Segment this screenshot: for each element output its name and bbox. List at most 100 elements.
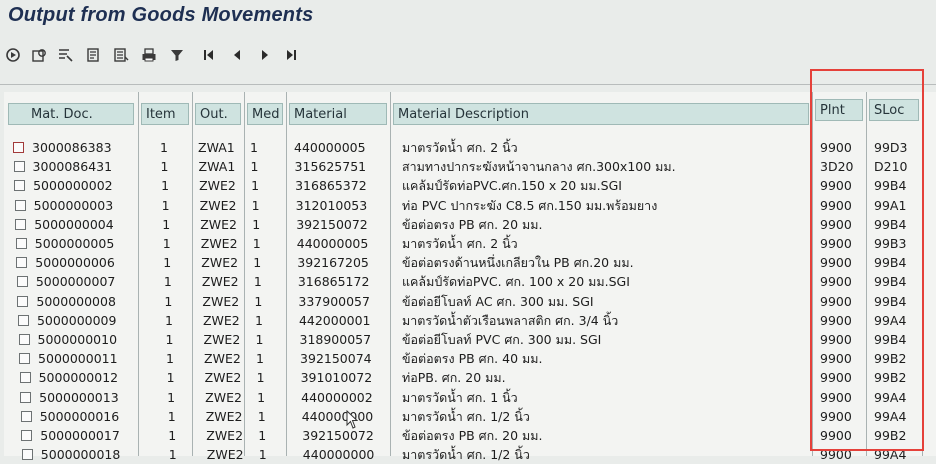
- cell-sloc: 99B4: [874, 216, 907, 232]
- table-row[interactable]: 3000086383 1 ZWA1 1 440000005 มาตรวัดน้ำ ศก. …: [4, 139, 936, 157]
- row-select-checkbox[interactable]: [16, 276, 28, 288]
- row-select-checkbox[interactable]: [15, 238, 27, 249]
- cell-material: 442000001: [298, 312, 371, 328]
- print-icon[interactable]: [140, 46, 158, 64]
- table-row[interactable]: 5000000017 1 ZWE2 1 392150072 ข้อต่อตรง PB ศก…: [4, 427, 936, 445]
- table-row[interactable]: 5000000011 1 ZWE2 1 392150074 ข้อต่อตรง PB ศก…: [4, 350, 936, 368]
- cell-material-description: มาตรวัดน้ำ ศก. 2 นิ้ว: [402, 236, 518, 251]
- cell-out: ZWE2: [205, 389, 242, 405]
- cell-sloc: 99A4: [874, 312, 907, 328]
- cell-sloc: 99B4: [874, 255, 907, 271]
- list-icon[interactable]: [112, 46, 130, 64]
- cell-out: ZWE2: [202, 293, 240, 309]
- row-select-checkbox[interactable]: [13, 142, 24, 153]
- row-select-checkbox[interactable]: [17, 295, 29, 307]
- header-med[interactable]: Med: [247, 103, 283, 125]
- header-material-description[interactable]: Material Description: [393, 103, 809, 125]
- details-icon[interactable]: [84, 46, 102, 64]
- header-material[interactable]: Material: [289, 103, 387, 125]
- cell-plnt: 9900: [820, 389, 852, 405]
- table-row[interactable]: 5000000008 1 ZWE2 1 337900057 ข้อต่อยีโบลท์ A…: [4, 293, 936, 311]
- cell-material-description: มาตรวัดน้ำตัวเรือนพลาสติก ศก. 3/4 นิ้ว: [402, 312, 619, 328]
- cell-med: 1: [250, 140, 258, 155]
- table-row[interactable]: 5000000005 1 ZWE2 1 440000005 มาตรวัดน้ำ ศก. …: [4, 235, 936, 253]
- row-select-checkbox[interactable]: [17, 314, 29, 326]
- cell-sloc: 99A4: [874, 408, 907, 424]
- row-select-checkbox[interactable]: [16, 257, 28, 269]
- first-page-icon[interactable]: [200, 46, 218, 64]
- table-row[interactable]: 5000000003 1 ZWE2 1 312010053 ท่อ PVC ปากระฆั…: [4, 197, 936, 215]
- table-row[interactable]: 5000000010 1 ZWE2 1 318900057 ข้อต่อยีโบลท์ P…: [4, 331, 936, 349]
- table-row[interactable]: 5000000016 1 ZWE2 1 440000000 มาตรวัดน้ำ ศก. …: [4, 408, 936, 426]
- table-row[interactable]: 5000000012 1 ZWE2 1 391010072 ท่อPB. ศก. 20 ม…: [4, 369, 936, 387]
- cell-item: 1: [160, 159, 169, 175]
- cell-plnt: 9900: [820, 274, 852, 290]
- row-select-checkbox[interactable]: [21, 430, 33, 441]
- cell-mat-doc: 3000086431: [32, 159, 113, 175]
- cell-plnt: 9900: [820, 351, 852, 367]
- cell-material: 315625751: [294, 159, 367, 175]
- cell-item: 1: [161, 197, 170, 213]
- last-page-icon[interactable]: [282, 46, 300, 64]
- cell-med: 1: [256, 351, 264, 367]
- row-select-checkbox[interactable]: [19, 372, 31, 384]
- cell-out: ZWE2: [201, 255, 239, 271]
- cell-material: 440000000: [302, 447, 375, 463]
- cell-material-description: ข้อต่อตรง PB ศก. 20 มม.: [402, 428, 543, 443]
- select-icon[interactable]: [56, 46, 74, 64]
- cell-mat-doc: 3000086383: [32, 140, 112, 155]
- row-select-checkbox[interactable]: [18, 334, 30, 345]
- cell-sloc: 99B2: [874, 351, 907, 367]
- table-row[interactable]: 5000000018 1 ZWE2 1 440000000 มาตรวัดน้ำ ศก. …: [4, 446, 936, 464]
- cell-mat-doc: 5000000006: [35, 255, 115, 271]
- cell-plnt: 9900: [820, 216, 852, 232]
- cell-out: ZWE2: [200, 216, 237, 232]
- row-select-checkbox[interactable]: [13, 161, 25, 173]
- row-select-checkbox[interactable]: [14, 180, 26, 192]
- cell-item: 1: [163, 274, 172, 290]
- cell-sloc: 99A4: [874, 447, 907, 463]
- cell-item: 1: [160, 140, 168, 155]
- display-icon[interactable]: [30, 46, 48, 64]
- cell-material-description: ข้อต่อยีโบลท์ PVC ศก. 300 มม. SGI: [402, 332, 602, 347]
- row-select-checkbox[interactable]: [20, 391, 32, 403]
- previous-page-icon[interactable]: [228, 46, 246, 64]
- row-select-checkbox[interactable]: [21, 449, 33, 461]
- row-select-checkbox[interactable]: [15, 218, 27, 230]
- header-out[interactable]: Out.: [195, 103, 241, 125]
- header-sloc[interactable]: SLoc: [869, 99, 919, 121]
- cell-out: ZWE2: [199, 178, 236, 194]
- table-row[interactable]: 5000000004 1 ZWE2 1 392150072 ข้อต่อตรง PB ศก…: [4, 216, 936, 234]
- cell-material-description: สามทางปากระฆังหน้าจานกลาง ศก.300x100 มม.: [402, 159, 676, 175]
- cell-sloc: 99D3: [874, 140, 908, 155]
- row-select-checkbox[interactable]: [14, 199, 26, 211]
- cell-material: 392167205: [297, 255, 369, 271]
- cell-med: 1: [253, 255, 262, 271]
- table-row[interactable]: 5000000009 1 ZWE2 1 442000001 มาตรวัดน้ำตัวเร…: [4, 312, 936, 330]
- header-item[interactable]: Item: [141, 103, 189, 125]
- cell-out: ZWE2: [206, 447, 244, 463]
- cell-material-description: ท่อPB. ศก. 20 มม.: [402, 370, 506, 386]
- cell-sloc: 99B2: [874, 428, 907, 443]
- cell-material: 392150074: [300, 351, 372, 367]
- table-row[interactable]: 5000000013 1 ZWE2 1 440000002 มาตรวัดน้ำ ศก. …: [4, 389, 936, 407]
- header-plnt[interactable]: Plnt: [815, 99, 863, 121]
- header-mat-doc[interactable]: Mat. Doc.: [8, 103, 134, 125]
- cell-plnt: 9900: [820, 447, 852, 463]
- table-row[interactable]: 5000000007 1 ZWE2 1 316865172 แคล้มป์รัดท่อPV…: [4, 273, 936, 291]
- cell-plnt: 9900: [820, 140, 852, 155]
- row-select-checkbox[interactable]: [19, 353, 31, 365]
- execute-icon[interactable]: [4, 46, 22, 64]
- cell-mat-doc: 5000000008: [36, 293, 116, 309]
- cell-material: 337900057: [298, 293, 370, 309]
- table-row[interactable]: 5000000006 1 ZWE2 1 392167205 ข้อต่อตรงด้านหน…: [4, 254, 936, 272]
- cell-out: ZWE2: [205, 408, 243, 424]
- filter-icon[interactable]: [168, 46, 186, 64]
- cell-mat-doc: 5000000005: [34, 236, 115, 251]
- table-row[interactable]: 3000086431 1 ZWA1 1 315625751 สามทางปากระฆังห…: [4, 158, 936, 176]
- cell-mat-doc: 5000000018: [40, 447, 121, 463]
- row-select-checkbox[interactable]: [20, 410, 32, 422]
- cell-mat-doc: 5000000004: [34, 216, 114, 232]
- table-row[interactable]: 5000000002 1 ZWE2 1 316865372 แคล้มป์รัดท่อPV…: [4, 177, 936, 195]
- next-page-icon[interactable]: [256, 46, 274, 64]
